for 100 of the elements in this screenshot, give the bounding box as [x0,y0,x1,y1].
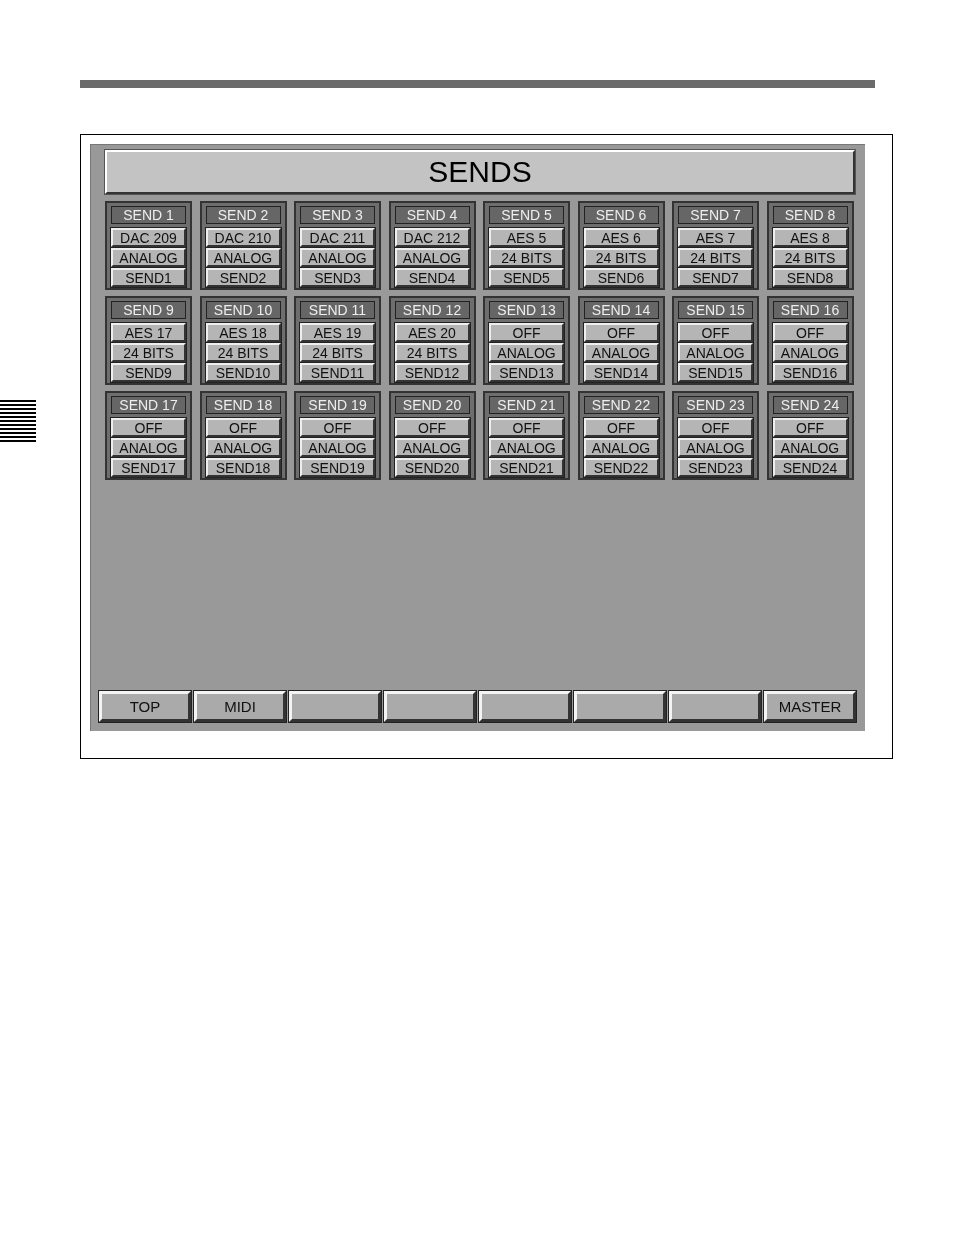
format-button[interactable]: ANALOG [300,248,375,267]
format-button[interactable]: ANALOG [489,343,564,362]
source-button[interactable]: AES 6 [583,228,659,247]
source-button[interactable]: AES 5 [489,228,564,247]
label-button[interactable]: SEND19 [300,458,375,477]
format-button[interactable]: 24 BITS [300,343,375,362]
source-button[interactable]: DAC 210 [205,228,281,247]
send-header: SEND 20 [394,396,470,414]
source-button[interactable]: AES 19 [300,323,375,342]
label-button[interactable]: SEND21 [489,458,564,477]
format-button[interactable]: 24 BITS [394,343,470,362]
source-button[interactable]: AES 18 [205,323,281,342]
send-header: SEND 18 [205,396,281,414]
label-button[interactable]: SEND12 [394,363,470,382]
blank-button[interactable] [669,691,761,722]
label-button[interactable]: SEND2 [205,268,281,287]
label-button[interactable]: SEND10 [205,363,281,382]
label-button[interactable]: SEND20 [394,458,470,477]
blank-button[interactable] [479,691,571,722]
send-header: SEND 1 [111,206,186,224]
send-header: SEND 12 [394,301,470,319]
send-header: SEND 2 [205,206,281,224]
send-header: SEND 3 [300,206,375,224]
format-button[interactable]: 24 BITS [583,248,659,267]
format-button[interactable]: ANALOG [489,438,564,457]
label-button[interactable]: SEND1 [111,268,186,287]
section-tab-drawing [0,398,36,444]
send-header: SEND 16 [772,301,848,319]
format-button[interactable]: 24 BITS [205,343,281,362]
nav-button[interactable]: MASTER [764,691,856,722]
format-button[interactable]: ANALOG [111,438,186,457]
label-button[interactable]: SEND24 [772,458,848,477]
format-button[interactable]: ANALOG [583,438,659,457]
send-header: SEND 8 [772,206,848,224]
format-button[interactable]: ANALOG [205,438,281,457]
label-button[interactable]: SEND23 [678,458,753,477]
format-button[interactable]: ANALOG [772,343,848,362]
source-button[interactable]: OFF [489,323,564,342]
send-header: SEND 14 [583,301,659,319]
format-button[interactable]: 24 BITS [111,343,186,362]
send-header: SEND 5 [489,206,564,224]
label-button[interactable]: SEND8 [772,268,848,287]
format-button[interactable]: ANALOG [205,248,281,267]
label-button[interactable]: SEND16 [772,363,848,382]
source-button[interactable]: OFF [489,418,564,437]
send-header: SEND 11 [300,301,375,319]
source-button[interactable]: OFF [205,418,281,437]
source-button[interactable]: OFF [678,323,753,342]
label-button[interactable]: SEND11 [300,363,375,382]
send-header: SEND 17 [111,396,186,414]
label-button[interactable]: SEND22 [583,458,659,477]
blank-button[interactable] [289,691,381,722]
send-header: SEND 23 [678,396,753,414]
source-button[interactable]: OFF [111,418,186,437]
format-button[interactable]: ANALOG [300,438,375,457]
screen-title: SENDS [105,150,855,194]
format-button[interactable]: ANALOG [678,438,753,457]
format-button[interactable]: ANALOG [111,248,186,267]
send-header: SEND 10 [205,301,281,319]
send-header: SEND 9 [111,301,186,319]
source-button[interactable]: AES 17 [111,323,186,342]
label-button[interactable]: SEND4 [394,268,470,287]
source-button[interactable]: OFF [583,418,659,437]
format-button[interactable]: ANALOG [394,248,470,267]
source-button[interactable]: OFF [583,323,659,342]
source-button[interactable]: OFF [394,418,470,437]
label-button[interactable]: SEND7 [678,268,753,287]
source-button[interactable]: DAC 212 [394,228,470,247]
send-header: SEND 6 [583,206,659,224]
source-button[interactable]: DAC 209 [111,228,186,247]
nav-button[interactable]: MIDI [194,691,286,722]
format-button[interactable]: ANALOG [394,438,470,457]
source-button[interactable]: AES 20 [394,323,470,342]
source-button[interactable]: OFF [300,418,375,437]
label-button[interactable]: SEND3 [300,268,375,287]
format-button[interactable]: 24 BITS [772,248,848,267]
label-button[interactable]: SEND6 [583,268,659,287]
source-button[interactable]: OFF [772,418,848,437]
nav-button[interactable]: TOP [99,691,191,722]
blank-button[interactable] [574,691,666,722]
send-header: SEND 21 [489,396,564,414]
label-button[interactable]: SEND14 [583,363,659,382]
source-button[interactable]: AES 8 [772,228,848,247]
format-button[interactable]: ANALOG [583,343,659,362]
source-button[interactable]: OFF [772,323,848,342]
format-button[interactable]: ANALOG [678,343,753,362]
source-button[interactable]: AES 7 [678,228,753,247]
label-button[interactable]: SEND5 [489,268,564,287]
label-button[interactable]: SEND15 [678,363,753,382]
format-button[interactable]: 24 BITS [489,248,564,267]
send-header: SEND 15 [678,301,753,319]
format-button[interactable]: ANALOG [772,438,848,457]
source-button[interactable]: DAC 211 [300,228,375,247]
blank-button[interactable] [384,691,476,722]
label-button[interactable]: SEND13 [489,363,564,382]
format-button[interactable]: 24 BITS [678,248,753,267]
source-button[interactable]: OFF [678,418,753,437]
label-button[interactable]: SEND17 [111,458,186,477]
label-button[interactable]: SEND9 [111,363,186,382]
label-button[interactable]: SEND18 [205,458,281,477]
